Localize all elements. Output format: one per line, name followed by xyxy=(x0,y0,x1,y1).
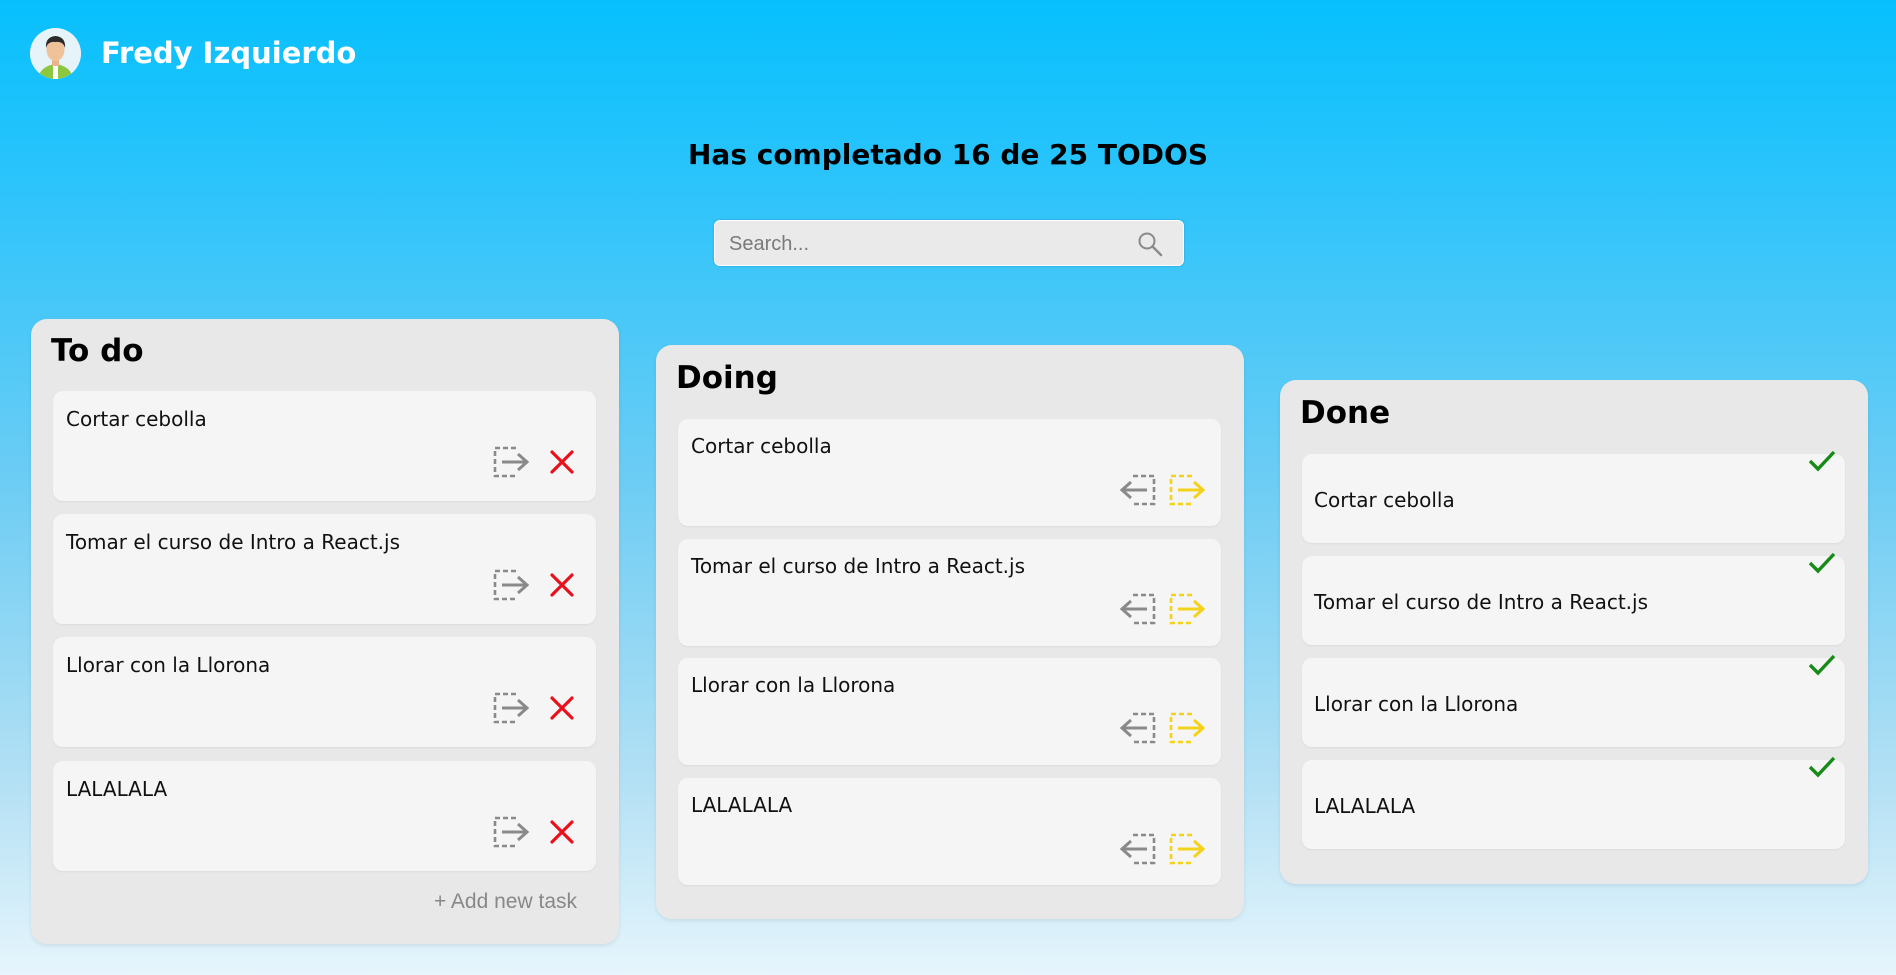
search-bar xyxy=(714,220,1184,267)
task-card: Tomar el curso de Intro a React.js xyxy=(53,514,596,624)
move-left-icon[interactable] xyxy=(1118,711,1156,745)
task-text: Tomar el curso de Intro a React.js xyxy=(691,554,1025,578)
search-icon[interactable] xyxy=(1137,231,1163,257)
task-text: LALALALA xyxy=(691,793,793,817)
task-card: Llorar con la Llorona xyxy=(1302,658,1845,747)
task-text: Cortar cebolla xyxy=(1314,488,1455,512)
task-card: Tomar el curso de Intro a React.js xyxy=(1302,556,1845,645)
move-right-icon[interactable] xyxy=(493,568,531,602)
move-right-icon[interactable] xyxy=(493,815,531,849)
task-text: Llorar con la Llorona xyxy=(66,653,271,677)
move-left-icon[interactable] xyxy=(1118,832,1156,866)
move-right-icon[interactable] xyxy=(1169,832,1207,866)
task-text: Cortar cebolla xyxy=(66,407,207,431)
task-text: LALALALA xyxy=(1314,794,1416,818)
delete-x-icon[interactable] xyxy=(545,445,583,479)
user-header: Fredy Izquierdo xyxy=(30,26,356,80)
check-icon xyxy=(1807,754,1837,780)
task-card: Llorar con la Llorona xyxy=(678,658,1221,765)
user-name: Fredy Izquierdo xyxy=(101,36,357,70)
task-text: Llorar con la Llorona xyxy=(691,673,896,697)
task-card: Tomar el curso de Intro a React.js xyxy=(678,539,1221,646)
check-icon xyxy=(1807,652,1837,678)
check-icon xyxy=(1807,550,1837,576)
delete-x-icon[interactable] xyxy=(545,691,583,725)
task-card: LALALALA xyxy=(678,778,1221,885)
move-right-icon[interactable] xyxy=(1169,711,1207,745)
task-card: Cortar cebolla xyxy=(678,419,1221,526)
task-card: Cortar cebolla xyxy=(53,391,596,501)
delete-x-icon[interactable] xyxy=(545,568,583,602)
move-right-icon[interactable] xyxy=(493,445,531,479)
move-right-icon[interactable] xyxy=(493,691,531,725)
column-title: Done xyxy=(1300,395,1391,431)
column-title: To do xyxy=(51,333,144,369)
task-card: Cortar cebolla xyxy=(1302,454,1845,543)
task-text: Llorar con la Llorona xyxy=(1314,692,1519,716)
task-text: LALALALA xyxy=(66,777,168,801)
completion-counter: Has completado 16 de 25 TODOS xyxy=(687,138,1208,171)
column-todo: To do Cortar cebolla Tomar el curso de I… xyxy=(31,319,619,944)
check-icon xyxy=(1807,448,1837,474)
task-text: Tomar el curso de Intro a React.js xyxy=(1314,590,1648,614)
task-text: Cortar cebolla xyxy=(691,434,832,458)
add-new-task-button[interactable]: + Add new task xyxy=(434,890,577,914)
move-left-icon[interactable] xyxy=(1118,473,1156,507)
move-left-icon[interactable] xyxy=(1118,592,1156,626)
avatar xyxy=(30,27,81,79)
task-card: LALALALA xyxy=(53,761,596,871)
move-right-icon[interactable] xyxy=(1169,473,1207,507)
search-input[interactable] xyxy=(727,221,1131,267)
delete-x-icon[interactable] xyxy=(545,815,583,849)
task-card: Llorar con la Llorona xyxy=(53,637,596,747)
task-text: Tomar el curso de Intro a React.js xyxy=(66,530,400,554)
move-right-icon[interactable] xyxy=(1169,592,1207,626)
column-done: Done Cortar cebolla Tomar el curso de In… xyxy=(1280,380,1868,884)
column-doing: Doing Cortar cebolla Tomar el curso de I… xyxy=(656,345,1244,919)
column-title: Doing xyxy=(676,360,778,396)
task-card: LALALALA xyxy=(1302,760,1845,849)
